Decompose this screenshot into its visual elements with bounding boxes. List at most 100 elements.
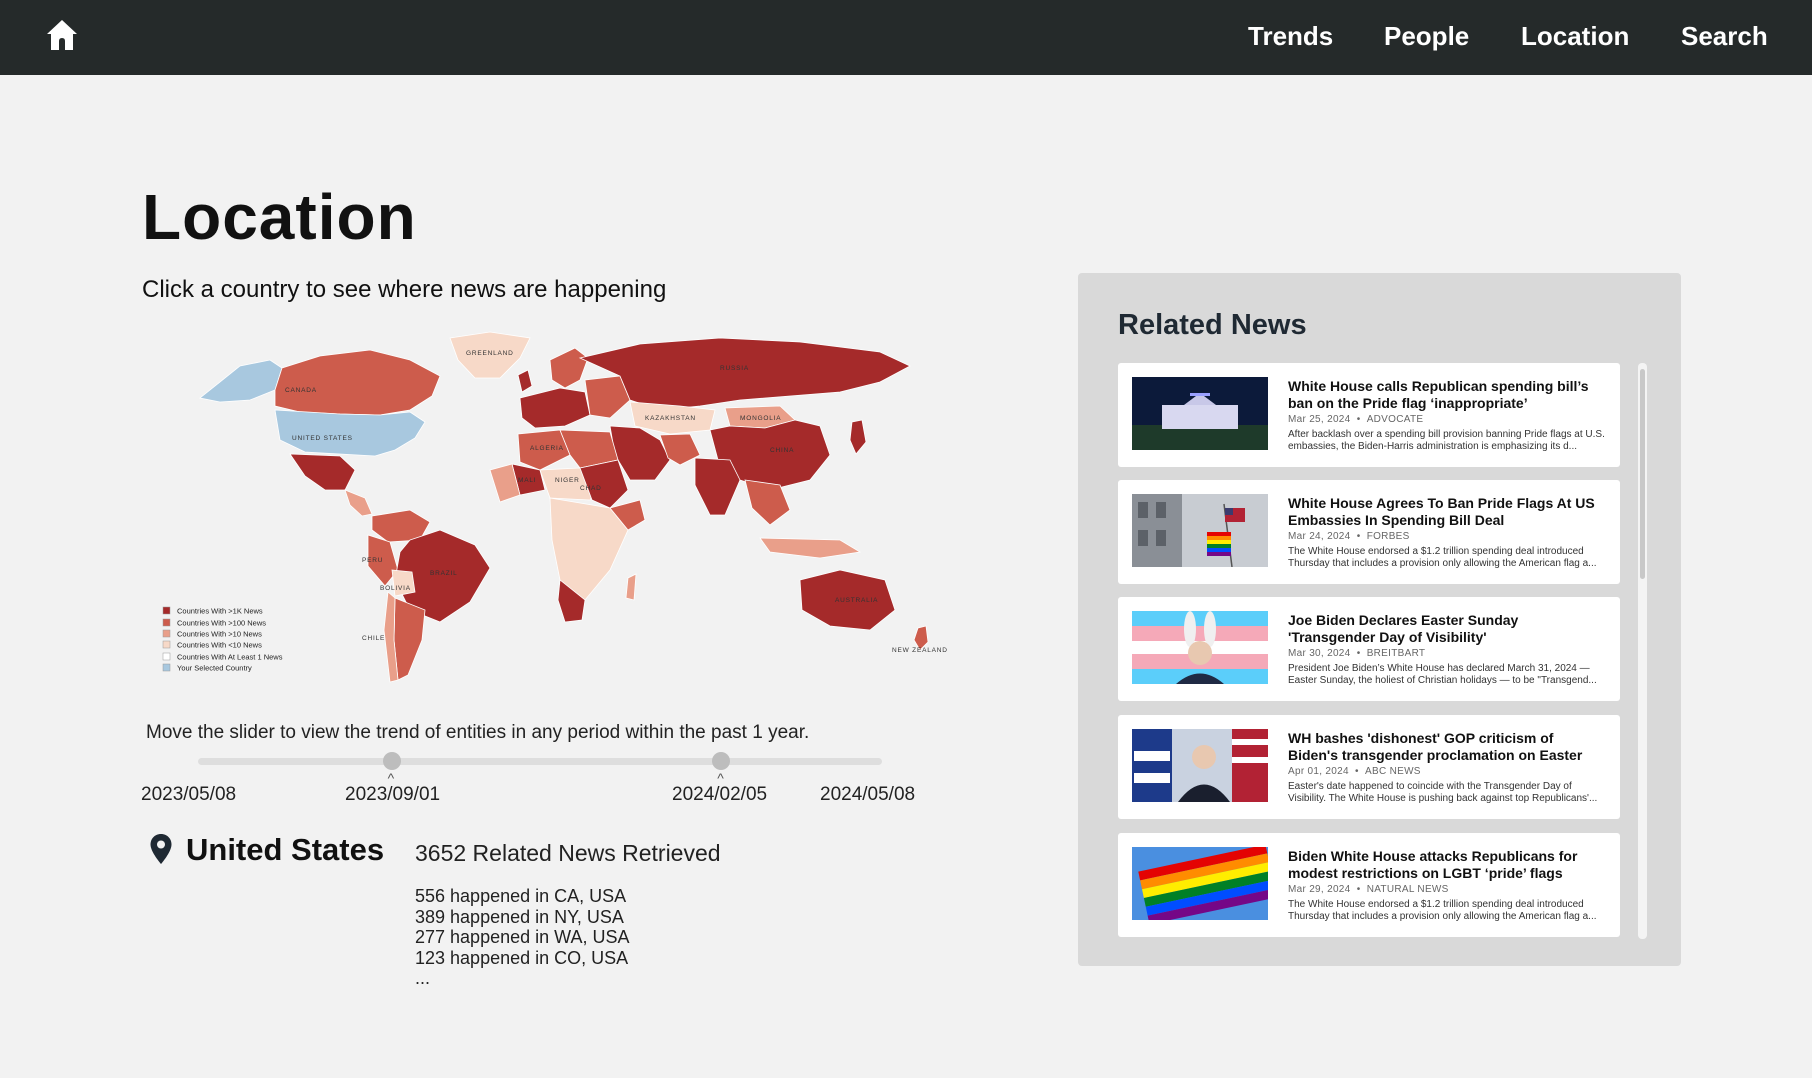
country-scandinavia[interactable] — [549, 347, 589, 389]
news-card[interactable]: WH bashes 'dishonest' GOP criticism of B… — [1118, 715, 1620, 819]
slider-min-label: 2023/05/08 — [141, 784, 237, 805]
country-canada[interactable] — [274, 349, 441, 416]
news-meta: Mar 24, 2024 • FORBES — [1288, 531, 1410, 542]
country-argentina[interactable] — [393, 597, 426, 681]
slider-caption: Move the slider to view the trend of ent… — [146, 722, 810, 743]
date-range-slider-track[interactable] — [198, 758, 882, 765]
country-madagascar[interactable] — [625, 573, 637, 601]
slider-start-handle[interactable] — [382, 752, 401, 770]
related-news-count: 3652 Related News Retrieved — [415, 840, 721, 866]
map-label-brazil: BRAZIL — [430, 570, 458, 577]
country-bolivia[interactable] — [391, 569, 416, 597]
map-label-china: CHINA — [770, 447, 794, 454]
country-japan[interactable] — [849, 419, 867, 455]
country-united-states[interactable] — [274, 409, 426, 457]
selected-country-name: United States — [186, 832, 385, 867]
slider-start-value: 2023/09/01 — [345, 784, 441, 805]
nav-people[interactable]: People — [1384, 21, 1469, 52]
location-breakdown: 556 happened in CA, USA 389 happened in … — [415, 886, 629, 989]
breakdown-item: 389 happened in NY, USA — [415, 906, 624, 927]
news-thumbnail-pride-flag-building — [1132, 494, 1268, 567]
news-thumbnail-speaker — [1132, 729, 1268, 802]
news-card[interactable]: Joe Biden Declares Easter Sunday 'Transg… — [1118, 597, 1620, 701]
news-date: Mar 29, 2024 — [1288, 884, 1351, 895]
map-label-russia: RUSSIA — [720, 365, 749, 372]
map-legend: Countries With >1K News Countries With >… — [162, 606, 283, 673]
news-thumbnail-rainbow-flag — [1132, 847, 1268, 920]
map-label-bolivia: BOLIVIA — [380, 585, 411, 592]
slider-end-handle[interactable] — [712, 752, 731, 770]
legend-swatch-1k — [162, 606, 171, 615]
news-scrollbar-thumb[interactable] — [1640, 369, 1645, 579]
news-source: ABC NEWS — [1365, 766, 1421, 777]
country-uk[interactable] — [517, 369, 533, 393]
slider-max-label: 2024/05/08 — [820, 784, 916, 805]
news-card[interactable]: White House calls Republican spending bi… — [1118, 363, 1620, 467]
news-thumbnail-trans-flag-portrait — [1132, 611, 1268, 684]
legend-label-10: Countries With >10 News — [177, 630, 262, 639]
nav-trends[interactable]: Trends — [1248, 21, 1333, 52]
legend-label-1: Countries With At Least 1 News — [177, 653, 283, 662]
country-alaska[interactable] — [199, 359, 283, 403]
meta-separator: • — [1355, 766, 1359, 777]
breakdown-item: 556 happened in CA, USA — [415, 886, 627, 906]
map-label-united-states: UNITED STATES — [292, 435, 353, 442]
news-date: Mar 24, 2024 — [1288, 531, 1351, 542]
nav-search[interactable]: Search — [1681, 21, 1768, 52]
map-label-mali: MALI — [518, 477, 536, 484]
news-card[interactable]: Biden White House attacks Republicans fo… — [1118, 833, 1620, 937]
news-headline[interactable]: White House calls Republican spending bi… — [1288, 378, 1606, 412]
news-headline[interactable]: White House Agrees To Ban Pride Flags At… — [1288, 495, 1606, 529]
breakdown-more: ... — [415, 968, 431, 988]
news-headline[interactable]: Joe Biden Declares Easter Sunday 'Transg… — [1288, 612, 1606, 646]
legend-swatch-100 — [162, 618, 171, 627]
news-excerpt: Easter's date happened to coincide with … — [1288, 781, 1598, 804]
map-label-chad: CHAD — [580, 485, 602, 492]
news-source: FORBES — [1366, 531, 1410, 542]
world-map[interactable]: CANADA UNITED STATES GREENLAND RUSSIA KA… — [140, 330, 1030, 705]
country-sudan[interactable] — [579, 459, 629, 509]
news-excerpt: The White House endorsed a $1.2 trillion… — [1288, 546, 1597, 569]
country-western-europe[interactable] — [519, 387, 591, 429]
map-label-new-zealand: NEW ZEALAND — [892, 647, 948, 654]
news-date: Mar 30, 2024 — [1288, 648, 1351, 659]
meta-separator: • — [1356, 531, 1361, 542]
legend-swatch-lt10 — [162, 640, 171, 649]
news-card[interactable]: White House Agrees To Ban Pride Flags At… — [1118, 480, 1620, 584]
news-meta: Mar 25, 2024 • ADVOCATE — [1288, 414, 1423, 425]
page-title: Location — [142, 181, 417, 253]
news-source: NATURAL NEWS — [1366, 884, 1449, 895]
location-pin-icon — [150, 834, 172, 864]
news-headline[interactable]: Biden White House attacks Republicans fo… — [1288, 848, 1606, 882]
news-scrollbar[interactable] — [1638, 363, 1647, 939]
nav-location[interactable]: Location — [1521, 21, 1629, 52]
country-india[interactable] — [694, 457, 741, 516]
map-label-kazakhstan: KAZAKHSTAN — [645, 415, 696, 422]
map-label-mongolia: MONGOLIA — [740, 415, 781, 422]
news-thumbnail-white-house — [1132, 377, 1268, 450]
legend-swatch-10 — [162, 629, 171, 638]
legend-label-lt10: Countries With <10 News — [177, 641, 262, 650]
legend-label-1k: Countries With >1K News — [177, 607, 263, 616]
news-meta: Mar 30, 2024 • BREITBART — [1288, 648, 1425, 659]
map-label-peru: PERU — [362, 557, 383, 564]
news-excerpt: President Joe Biden’s White House has de… — [1288, 663, 1597, 686]
top-navbar: Trends People Location Search — [0, 0, 1812, 75]
home-icon[interactable] — [44, 17, 80, 53]
slider-end-value: 2024/02/05 — [672, 784, 768, 805]
meta-separator: • — [1356, 414, 1361, 425]
country-russia[interactable] — [578, 337, 911, 411]
country-mexico[interactable] — [289, 453, 356, 491]
map-label-algeria: ALGERIA — [530, 445, 564, 452]
country-central-america[interactable] — [344, 489, 373, 517]
country-indonesia[interactable] — [759, 537, 862, 559]
news-date: Apr 01, 2024 — [1288, 766, 1349, 777]
breakdown-item: 123 happened in CO, USA — [415, 947, 629, 968]
news-headline[interactable]: WH bashes 'dishonest' GOP criticism of B… — [1288, 730, 1606, 764]
legend-swatch-selected — [162, 663, 171, 672]
news-source: BREITBART — [1366, 648, 1426, 659]
map-label-australia: AUSTRALIA — [835, 597, 878, 604]
legend-label-100: Countries With >100 News — [177, 619, 266, 628]
news-excerpt: After backlash over a spending bill prov… — [1288, 429, 1605, 452]
news-date: Mar 25, 2024 — [1288, 414, 1351, 425]
